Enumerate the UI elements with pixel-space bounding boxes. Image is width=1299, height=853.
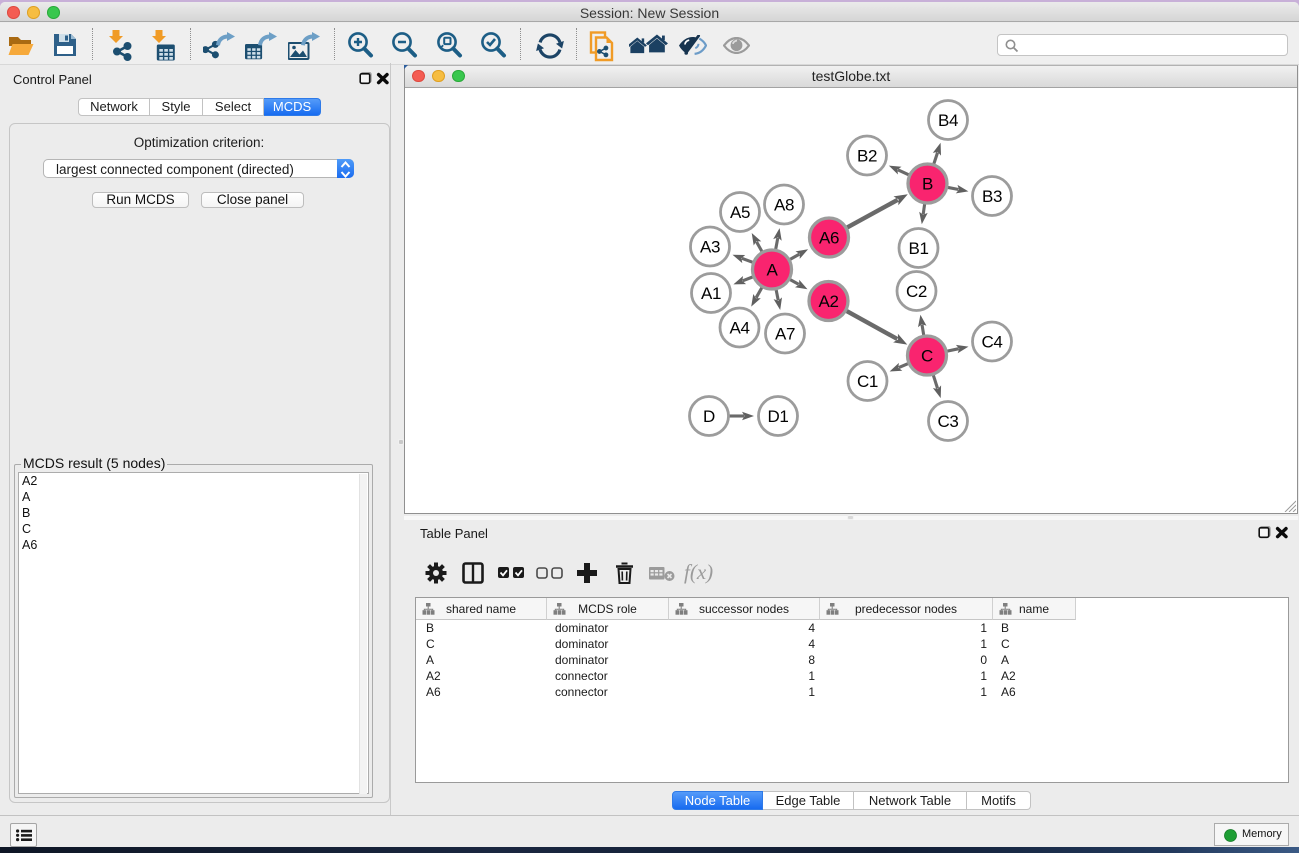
svg-text:A1: A1 (701, 284, 721, 303)
svg-text:C4: C4 (982, 333, 1003, 352)
svg-text:A2: A2 (819, 292, 839, 311)
svg-text:A3: A3 (700, 238, 720, 257)
svg-text:B: B (922, 175, 933, 194)
svg-text:A4: A4 (730, 319, 750, 338)
svg-text:D: D (703, 407, 715, 426)
svg-text:A6: A6 (819, 229, 839, 248)
svg-text:B1: B1 (909, 239, 929, 258)
svg-text:B3: B3 (982, 187, 1002, 206)
svg-text:A5: A5 (730, 203, 750, 222)
svg-text:B2: B2 (857, 147, 877, 166)
svg-text:C1: C1 (857, 372, 878, 391)
svg-text:D1: D1 (768, 407, 789, 426)
svg-text:B4: B4 (938, 111, 958, 130)
svg-text:A8: A8 (774, 196, 794, 215)
svg-text:C2: C2 (906, 282, 927, 301)
svg-text:C: C (921, 347, 933, 366)
svg-text:C3: C3 (938, 412, 959, 431)
svg-text:A: A (767, 261, 779, 280)
svg-text:A7: A7 (775, 325, 795, 344)
